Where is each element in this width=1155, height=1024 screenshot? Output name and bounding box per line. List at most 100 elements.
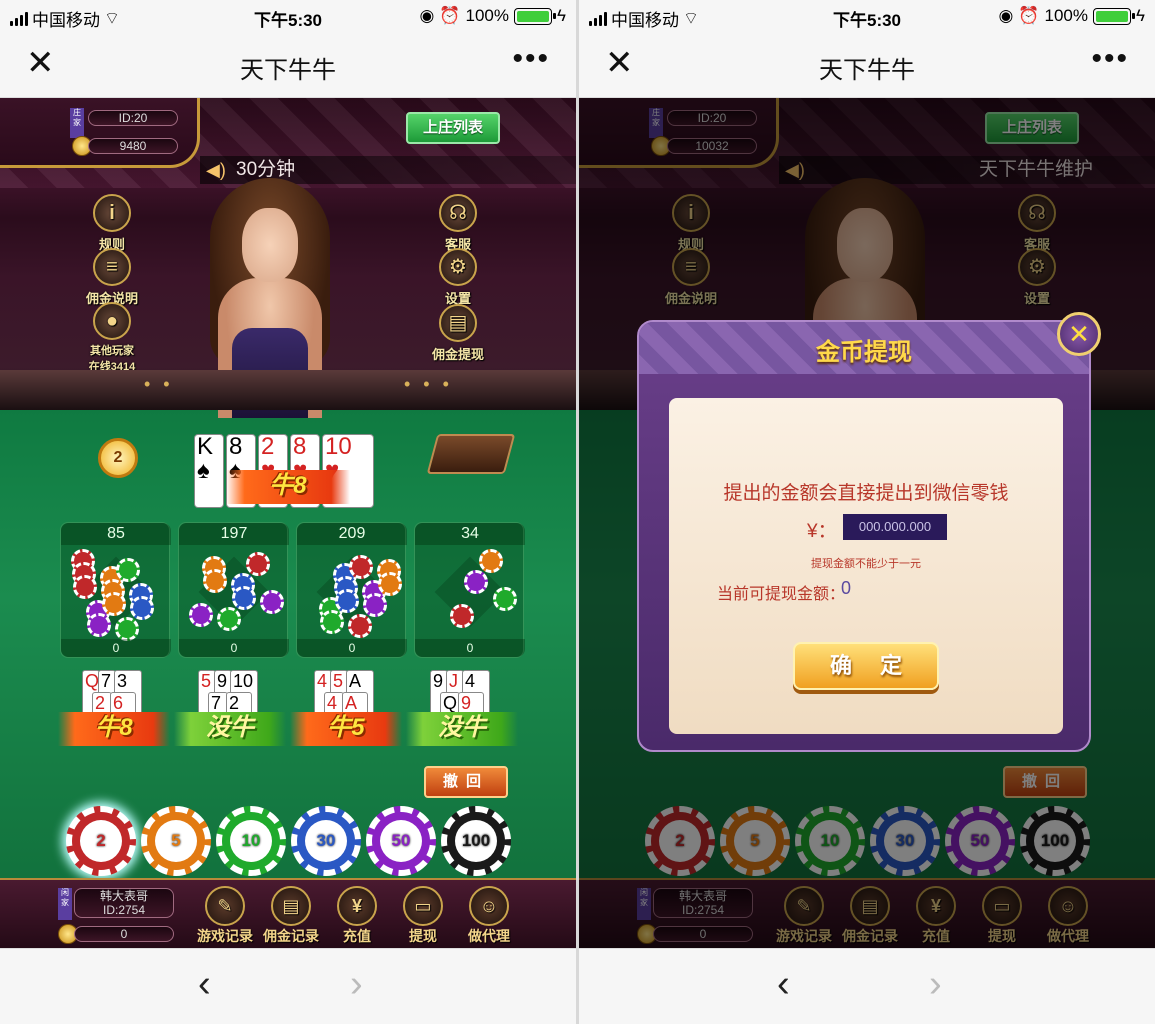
charging-icon: ϟ bbox=[1136, 6, 1145, 25]
chip-30[interactable]: 30 bbox=[291, 806, 361, 876]
other-players-button[interactable]: ● 其他玩家 在线3414 bbox=[72, 302, 152, 374]
bet-chip bbox=[349, 555, 373, 579]
bet-chip bbox=[73, 575, 97, 599]
area-total: 85 bbox=[61, 523, 171, 545]
dealer-role-tag: 庄家 bbox=[70, 108, 84, 138]
available-value: 0 bbox=[841, 578, 852, 598]
more-icon[interactable]: ••• bbox=[512, 42, 550, 76]
rotation-lock-icon: ◉ bbox=[419, 6, 435, 25]
rules-button[interactable]: i 规则 bbox=[72, 194, 152, 253]
battery-icon bbox=[514, 7, 556, 25]
nav-bar: ✕ 天下牛牛 ••• bbox=[579, 32, 1155, 98]
chip-value: 30 bbox=[305, 820, 347, 862]
bet-area[interactable]: 209 0 bbox=[296, 522, 407, 658]
commission-withdraw-button[interactable]: ▤ 佣金提现 bbox=[418, 304, 498, 363]
battery-icon bbox=[1093, 7, 1135, 25]
withdraw-message: 提出的金额会直接提出到微信零钱 bbox=[723, 483, 1009, 504]
status-right: ◉ ⏰ 100% ϟ bbox=[420, 6, 567, 26]
page-title: 天下牛牛 bbox=[240, 57, 336, 84]
bet-chip bbox=[102, 592, 126, 616]
document-icon: ≡ bbox=[93, 248, 131, 286]
more-icon[interactable]: ••• bbox=[1091, 42, 1129, 76]
rotation-lock-icon: ◉ bbox=[998, 6, 1014, 25]
area-my-bet: 0 bbox=[297, 639, 407, 657]
settings-button[interactable]: ⚙ 设置 bbox=[418, 248, 498, 307]
bet-area[interactable]: 85 0 bbox=[60, 522, 171, 658]
menu-agent[interactable]: ☺ 做代理 bbox=[458, 886, 520, 946]
bet-chip bbox=[479, 549, 503, 573]
page-dots: • • bbox=[144, 374, 174, 394]
browser-toolbar: ‹ › bbox=[0, 948, 576, 1024]
area-my-bet: 0 bbox=[415, 639, 525, 657]
players-icon: ● bbox=[93, 302, 131, 340]
alarm-clock-timer: 2 bbox=[98, 438, 138, 478]
commission-info-button[interactable]: ≡ 佣金说明 bbox=[72, 248, 152, 307]
menu-money-bag[interactable]: ¥ 充值 bbox=[326, 886, 388, 946]
other-players-label: 其他玩家 bbox=[90, 345, 134, 357]
info-icon: i bbox=[93, 194, 131, 232]
chip-100[interactable]: 100 bbox=[441, 806, 511, 876]
card-rank: 2 bbox=[261, 433, 275, 460]
bet-area[interactable]: 197 0 bbox=[178, 522, 289, 658]
bet-chip bbox=[260, 590, 284, 614]
player-result: 牛8 bbox=[58, 712, 170, 746]
speaker-icon: ◀) bbox=[206, 160, 226, 180]
player-id: ID:2754 bbox=[102, 903, 146, 917]
bet-chip bbox=[116, 558, 140, 582]
forward-icon[interactable]: › bbox=[929, 963, 942, 1006]
amount-input[interactable]: 000.000.000 bbox=[843, 514, 947, 540]
commission-withdraw-label: 佣金提现 bbox=[431, 347, 484, 362]
menu-record[interactable]: ▤ 佣金记录 bbox=[260, 886, 322, 946]
chip-value: 50 bbox=[380, 820, 422, 862]
battery-percent: 100% bbox=[1044, 6, 1088, 25]
dealer-gold: 9480 bbox=[88, 138, 178, 154]
banker-list-button[interactable]: 上庄列表 bbox=[406, 112, 500, 144]
area-total: 34 bbox=[415, 523, 525, 545]
table-edge bbox=[0, 370, 576, 410]
menu-feather[interactable]: ✎ 游戏记录 bbox=[194, 886, 256, 946]
charging-icon: ϟ bbox=[557, 6, 566, 25]
menu-wallet[interactable]: ▭ 提现 bbox=[392, 886, 454, 946]
banker-card: K ♠ bbox=[194, 434, 224, 508]
undo-button[interactable]: 撤回 bbox=[424, 766, 508, 798]
withdraw-dialog: 金币提现 ✕ 提出的金额会直接提出到微信零钱 ¥： 000.000.000 提现… bbox=[637, 312, 1101, 752]
card-rank: 8 bbox=[293, 433, 307, 460]
card-rank: 8 bbox=[229, 433, 243, 460]
back-icon[interactable]: ‹ bbox=[777, 963, 790, 1006]
status-bar: 中国移动 ⌔ 下午5:30 ◉ ⏰ 100% ϟ bbox=[579, 0, 1155, 32]
menu-label: 提现 bbox=[409, 928, 437, 944]
bet-chip bbox=[203, 569, 227, 593]
battery-percent: 100% bbox=[465, 6, 509, 25]
player-result: 没牛 bbox=[174, 712, 286, 746]
player-gold: 0 bbox=[74, 926, 174, 942]
bet-chip bbox=[348, 614, 372, 638]
bottom-bar: 闲家 韩大表哥 ID:2754 0 ✎ 游戏记录 ▤ 佣金记录 ¥ 充值 ▭ 提现 ☺ 做代理 bbox=[0, 878, 576, 948]
currency-label: ¥： bbox=[807, 521, 837, 542]
bet-chip bbox=[232, 586, 256, 610]
dealer-id: ID:20 bbox=[88, 110, 178, 126]
bet-chip bbox=[246, 552, 270, 576]
banker-result: 牛8 bbox=[226, 470, 350, 504]
chip-50[interactable]: 50 bbox=[366, 806, 436, 876]
bet-chip bbox=[464, 570, 488, 594]
withdraw-icon: ▤ bbox=[439, 304, 477, 342]
chip-value: 10 bbox=[230, 820, 272, 862]
customer-service-button[interactable]: ☊ 客服 bbox=[418, 194, 498, 253]
chip-5[interactable]: 5 bbox=[141, 806, 211, 876]
bet-chip bbox=[115, 617, 139, 641]
gear-icon: ⚙ bbox=[439, 248, 477, 286]
bet-area[interactable]: 34 0 bbox=[414, 522, 525, 658]
menu-label: 游戏记录 bbox=[197, 928, 253, 944]
chip-2[interactable]: 2 bbox=[66, 806, 136, 876]
forward-icon[interactable]: › bbox=[350, 963, 363, 1006]
chip-value: 5 bbox=[155, 820, 197, 862]
back-icon[interactable]: ‹ bbox=[198, 963, 211, 1006]
confirm-button[interactable]: 确定 bbox=[793, 642, 939, 690]
page-dots: • • • bbox=[404, 374, 453, 394]
chip-10[interactable]: 10 bbox=[216, 806, 286, 876]
card-rank: 10 bbox=[325, 433, 352, 460]
close-icon[interactable]: ✕ bbox=[1057, 312, 1101, 356]
bet-chip bbox=[335, 589, 359, 613]
menu-label: 做代理 bbox=[468, 928, 510, 944]
bet-chip bbox=[189, 603, 213, 627]
